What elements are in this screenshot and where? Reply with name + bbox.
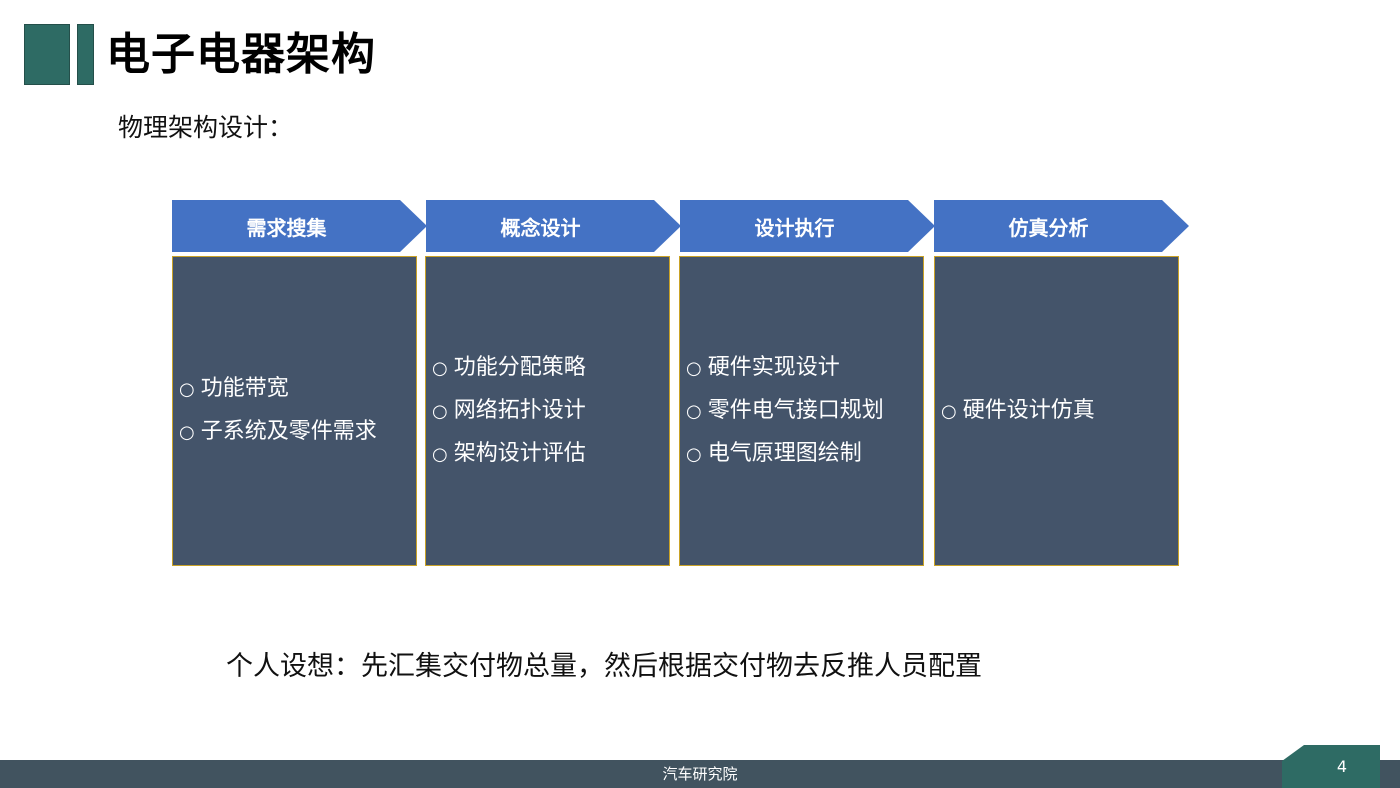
personal-note: 个人设想：先汇集交付物总量，然后根据交付物去反推人员配置 [226, 651, 982, 682]
footer-organization: 汽车研究院 [662, 765, 738, 783]
bullet-icon: ○ [686, 443, 702, 465]
page-title: 电子电器架构 [106, 29, 376, 80]
list-item: ○ 硬件设计仿真 [941, 397, 1095, 423]
section-subtitle: 物理架构设计： [118, 113, 294, 142]
list-item: ○ 网络拓扑设计 [432, 397, 586, 423]
process-step-2: 概念设计 [426, 200, 681, 252]
list-item: ○ 子系统及零件需求 [179, 419, 377, 444]
list-item: ○ 架构设计评估 [432, 440, 586, 466]
process-box-4: ○ 硬件设计仿真 [934, 256, 1179, 566]
bullet-icon: ○ [686, 400, 702, 422]
list-item: ○ 电气原理图绘制 [686, 440, 862, 466]
process-box-1: ○ 功能带宽 ○ 子系统及零件需求 [172, 256, 417, 566]
process-step-4: 仿真分析 [934, 200, 1189, 252]
bullet-icon: ○ [941, 400, 957, 422]
title-accent-bar-right [77, 24, 94, 85]
list-item: ○ 零件电气接口规划 [686, 397, 884, 423]
bullet-icon: ○ [432, 400, 448, 422]
bullet-icon: ○ [432, 443, 448, 465]
title-accent-bar-left [24, 24, 70, 85]
process-step-3: 设计执行 [680, 200, 935, 252]
list-item: ○ 硬件实现设计 [686, 354, 840, 380]
bullet-icon: ○ [432, 357, 448, 379]
list-item: ○ 功能带宽 [179, 376, 289, 401]
process-box-3: ○ 硬件实现设计 ○ 零件电气接口规划 ○ 电气原理图绘制 [679, 256, 924, 566]
bullet-icon: ○ [179, 379, 195, 400]
page-number: 4 [1336, 757, 1348, 776]
bullet-icon: ○ [686, 357, 702, 379]
process-step-1: 需求搜集 [172, 200, 427, 252]
process-box-2: ○ 功能分配策略 ○ 网络拓扑设计 ○ 架构设计评估 [425, 256, 670, 566]
list-item: ○ 功能分配策略 [432, 354, 586, 380]
bullet-icon: ○ [179, 422, 195, 443]
